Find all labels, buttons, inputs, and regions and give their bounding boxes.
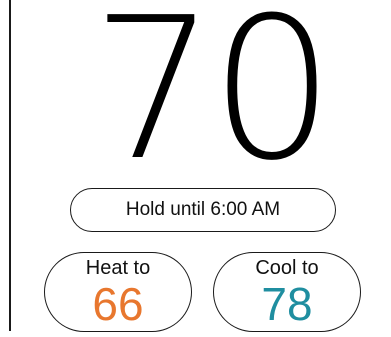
cool-setpoint-button[interactable]: Cool to 78 bbox=[213, 252, 361, 332]
left-divider bbox=[9, 0, 11, 331]
hold-button[interactable]: Hold until 6:00 AM bbox=[70, 188, 336, 232]
heat-setpoint-value: 66 bbox=[92, 278, 144, 330]
hold-label: Hold until 6:00 AM bbox=[125, 199, 281, 220]
current-temperature: 70 bbox=[91, 0, 334, 204]
cool-setpoint-value: 78 bbox=[261, 278, 313, 330]
heat-setpoint-label: Heat to bbox=[85, 257, 151, 279]
heat-setpoint-button[interactable]: Heat to 66 bbox=[44, 252, 192, 332]
cool-setpoint-label: Cool to bbox=[255, 257, 319, 279]
